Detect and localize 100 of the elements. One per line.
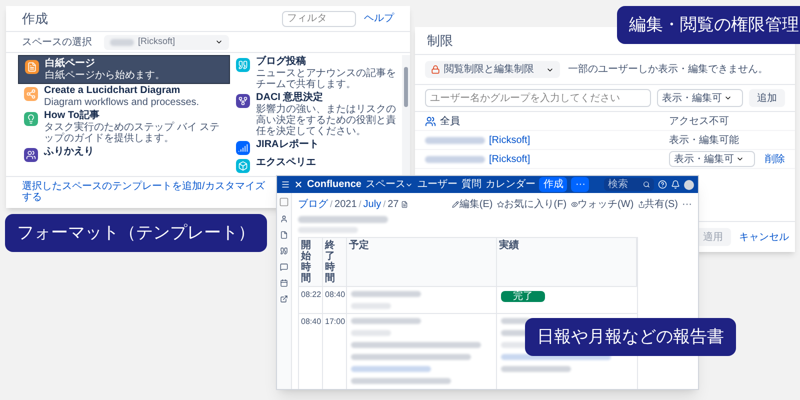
- user-link[interactable]: [Ricksoft]: [489, 152, 530, 166]
- more-actions-button[interactable]: ···: [682, 197, 692, 212]
- menu-icon[interactable]: [281, 180, 290, 189]
- document-icon[interactable]: [280, 231, 288, 239]
- breadcrumb-item: 27: [388, 198, 399, 212]
- caret-icon: [724, 94, 732, 102]
- person-icon[interactable]: [280, 215, 288, 223]
- template-title: ブログ投稿: [256, 56, 307, 68]
- page-action[interactable]: 共有(S): [638, 197, 678, 212]
- blurred-text: [351, 330, 391, 336]
- share-icon: [638, 201, 645, 208]
- notification-icon[interactable]: [671, 180, 680, 189]
- caret-icon: [215, 38, 223, 46]
- space-label: スペースの選択: [22, 36, 92, 50]
- blurred-text: [425, 156, 485, 162]
- quote-icon: [236, 58, 250, 72]
- scrollbar-thumb[interactable]: [404, 67, 408, 107]
- quote-icon[interactable]: [280, 247, 288, 255]
- pencil-icon: [452, 201, 460, 208]
- blurred-text: [501, 318, 531, 324]
- avatar-icon[interactable]: [684, 180, 694, 190]
- user-link[interactable]: [Ricksoft]: [489, 132, 530, 148]
- restriction-select[interactable]: 閲覧制限と編集制限: [425, 61, 560, 78]
- cancel-button[interactable]: キャンセル: [739, 230, 789, 244]
- callout-label: 編集・閲覧の権限管理: [617, 6, 800, 44]
- nav-item[interactable]: 質問: [461, 177, 482, 192]
- template-title: JIRAレポート: [256, 139, 319, 151]
- calendar-icon[interactable]: [280, 279, 288, 287]
- dialog-title: 作成: [22, 10, 48, 28]
- template-description: 白紙ページから始めます。: [45, 70, 166, 81]
- page-action[interactable]: ウォッチ(W): [570, 197, 634, 212]
- logo-text[interactable]: Confluence: [307, 177, 362, 192]
- bars-icon: [236, 141, 250, 155]
- column-header: 終了時間: [323, 238, 347, 286]
- page-action[interactable]: 編集(E): [452, 197, 493, 212]
- blurred-text: [351, 318, 421, 324]
- template-title: DACI 意思決定: [256, 92, 324, 104]
- help-icon[interactable]: [658, 180, 667, 189]
- feedback-icon[interactable]: [280, 263, 288, 271]
- permission-text: 表示・編集可能: [669, 134, 740, 148]
- filter-field[interactable]: フィルタ: [282, 10, 356, 26]
- template-title: How To記事: [44, 110, 100, 122]
- breadcrumb-separator: /: [358, 198, 362, 211]
- status-lozenge: 完了: [501, 291, 545, 302]
- eye-icon: [570, 201, 578, 208]
- document-icon: [25, 60, 39, 74]
- box-icon: [236, 159, 250, 173]
- page-action[interactable]: お気に入り(F): [496, 197, 567, 212]
- table-cell: 08:40: [299, 314, 323, 389]
- template-title: ふりかえり: [44, 146, 94, 158]
- breadcrumb-separator: /: [383, 198, 386, 211]
- people-icon: [24, 148, 38, 162]
- logo-icon: [294, 180, 303, 189]
- external-link-icon[interactable]: [280, 295, 288, 303]
- blurred-text: [298, 227, 358, 233]
- column-header: 実績: [497, 238, 637, 286]
- restriction-note: 一部のユーザーしか表示・編集できません。: [568, 62, 768, 77]
- help-link[interactable]: ヘルプ: [364, 11, 394, 26]
- nav-item[interactable]: カレンダー: [485, 177, 536, 192]
- column-header: 予定: [347, 238, 497, 286]
- permission-select[interactable]: 表示・編集可: [657, 89, 743, 107]
- lightbulb-icon: [24, 112, 38, 126]
- breadcrumb-item[interactable]: ブログ: [298, 197, 328, 212]
- breadcrumb-item[interactable]: July: [363, 197, 382, 212]
- permission-select[interactable]: 表示・編集可: [669, 151, 755, 167]
- add-button[interactable]: 追加: [749, 89, 785, 107]
- space-select[interactable]: [Ricksoft]: [104, 34, 229, 50]
- breadcrumb-item: 2021: [334, 198, 357, 212]
- template-item[interactable]: 白紙ページ 白紙ページから始めます。: [18, 55, 230, 84]
- fork-icon: [236, 94, 250, 108]
- remove-link[interactable]: 削除: [765, 152, 785, 166]
- table-cell: 08:22: [299, 287, 323, 313]
- lock-icon: [431, 65, 440, 74]
- star-icon: [496, 201, 504, 208]
- space-avatar-icon[interactable]: [279, 197, 289, 207]
- blurred-text: [110, 38, 134, 46]
- nav-item[interactable]: ユーザー: [417, 177, 458, 192]
- nav-item[interactable]: スペース: [365, 177, 414, 192]
- blurred-text: [351, 303, 391, 309]
- template-description: ニュースとアナウンスの記事をチームで共有します。: [256, 68, 396, 90]
- template-title: Create a Lucidchart Diagram: [44, 85, 182, 97]
- customize-link[interactable]: 選択したスペースのテンプレートを追加/カスタマイズする: [22, 181, 267, 203]
- callout-label: フォーマット（テンプレート）: [5, 214, 267, 252]
- group-name: 全員: [440, 114, 460, 128]
- user-input-field[interactable]: ユーザー名かグループを入力してください: [425, 89, 651, 107]
- blurred-text: [501, 366, 571, 372]
- search-field[interactable]: 検索: [604, 178, 654, 191]
- template-description: Diagram workflows and processes.: [44, 97, 200, 108]
- document-icon: [400, 201, 408, 208]
- template-title: 白紙ページ: [45, 58, 96, 70]
- column-header: 開始時間: [299, 238, 323, 286]
- more-button[interactable]: ···: [571, 177, 590, 192]
- template-description: 影響力の強い、またはリスクの高い決定をするための役割と責任を決定してください。: [256, 104, 396, 137]
- table-cell: 17:00: [323, 314, 347, 389]
- create-button[interactable]: 作成: [539, 177, 568, 192]
- blurred-text: [351, 291, 421, 297]
- dialog-title: 制限: [427, 32, 453, 50]
- callout-label: 日報や月報などの報告書: [525, 318, 736, 356]
- search-icon: [643, 181, 650, 188]
- group-icon: [425, 116, 436, 126]
